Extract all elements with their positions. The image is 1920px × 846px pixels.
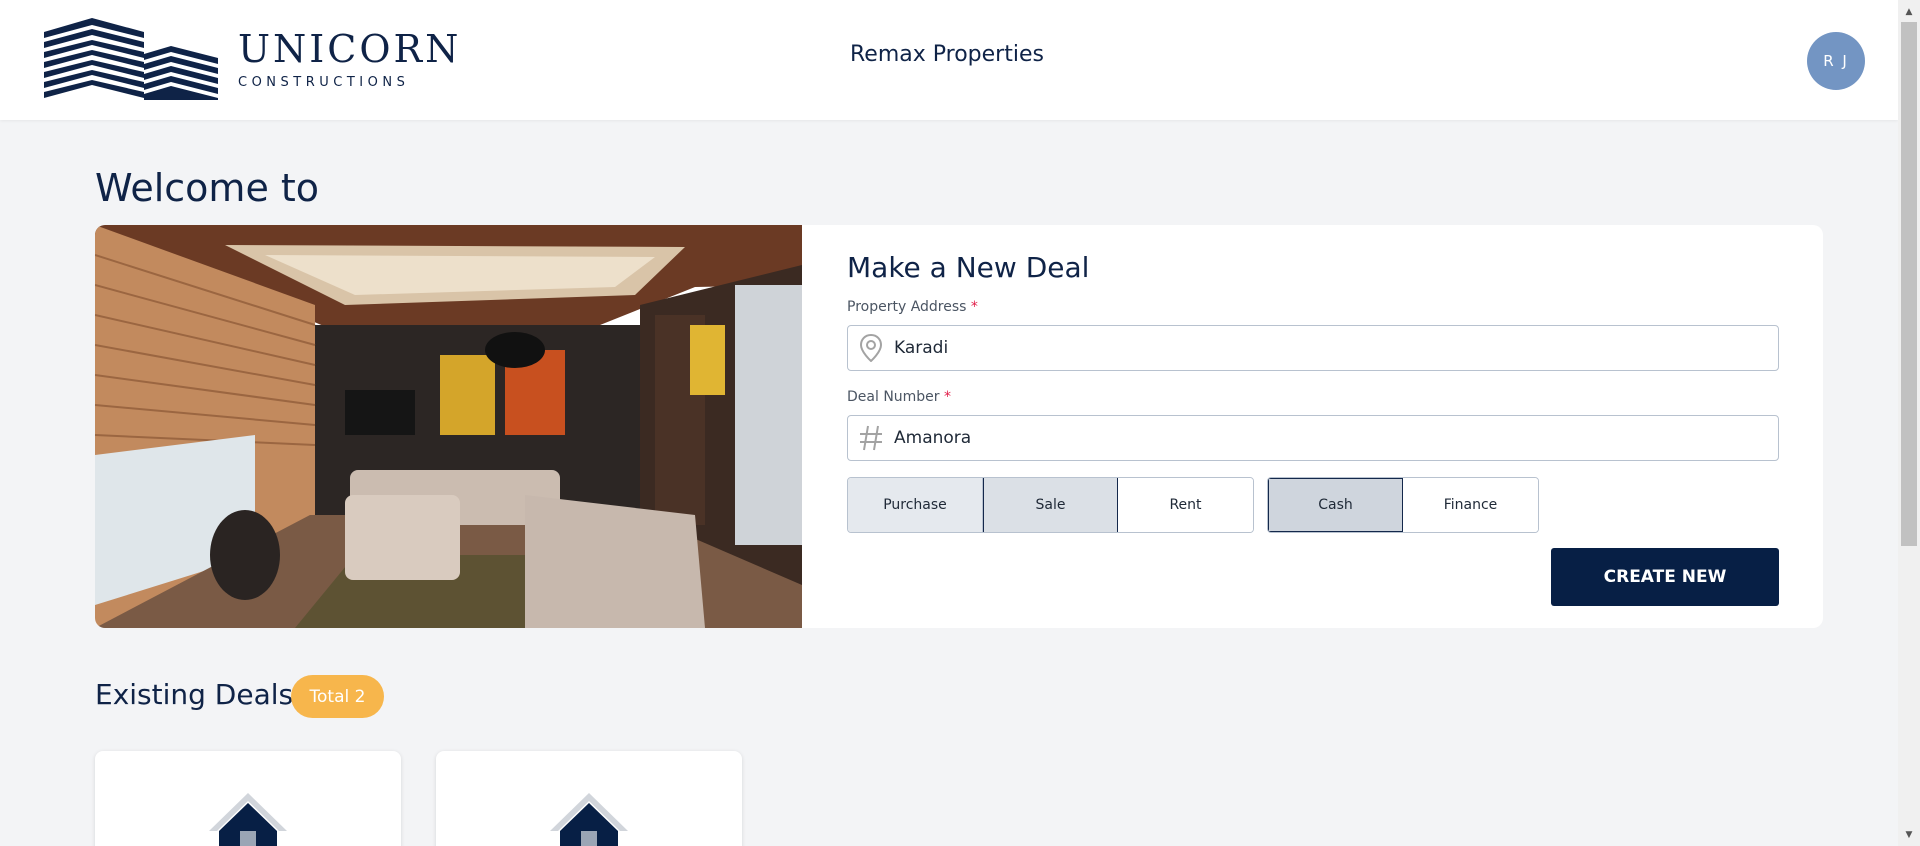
logo-subtitle: CONSTRUCTIONS (238, 74, 410, 90)
house-icon (550, 793, 628, 846)
required-asterisk: * (944, 389, 952, 405)
property-address-label-text: Property Address (847, 299, 967, 315)
deal-type-rent-button[interactable]: Rent (1118, 478, 1253, 532)
location-pin-icon (848, 326, 894, 370)
create-new-button[interactable]: CREATE NEW (1551, 548, 1779, 606)
company-logo[interactable]: UNICORN CONSTRUCTIONS (44, 18, 461, 100)
deal-type-purchase-button[interactable]: Purchase (848, 478, 983, 532)
new-deal-card: Make a New Deal Property Address * Karad… (95, 225, 1823, 628)
deal-number-input[interactable]: Amanora (847, 415, 1779, 461)
scrollbar-thumb[interactable] (1901, 22, 1917, 546)
scroll-up-arrow-icon[interactable]: ▲ (1898, 0, 1920, 22)
logo-title: UNICORN (238, 26, 462, 71)
required-asterisk: * (970, 299, 978, 315)
payment-type-finance-button[interactable]: Finance (1403, 478, 1538, 532)
deal-type-sale-button[interactable]: Sale (983, 478, 1118, 532)
deal-number-value: Amanora (894, 428, 972, 448)
deal-number-label: Deal Number * (847, 389, 951, 405)
scroll-down-arrow-icon[interactable]: ▼ (1898, 824, 1920, 846)
deal-type-selector: Purchase Sale Rent (847, 477, 1254, 533)
deal-number-label-text: Deal Number (847, 389, 940, 405)
welcome-heading: Welcome to (95, 166, 320, 210)
property-address-label: Property Address * (847, 299, 978, 315)
living-room-photo (95, 225, 802, 628)
buildings-logo-icon (44, 18, 218, 100)
payment-type-selector: Cash Finance (1267, 477, 1539, 533)
deal-card[interactable] (436, 751, 742, 846)
top-header: UNICORN CONSTRUCTIONS Remax Properties R… (0, 0, 1898, 120)
property-address-input[interactable]: Karadi (847, 325, 1779, 371)
payment-type-cash-button[interactable]: Cash (1268, 478, 1403, 532)
company-name: Remax Properties (850, 42, 1044, 67)
page-scrollbar[interactable]: ▲ ▼ (1898, 0, 1920, 846)
deal-card[interactable] (95, 751, 401, 846)
existing-deals-heading: Existing Deals (95, 678, 294, 711)
hash-icon (848, 416, 894, 460)
user-avatar[interactable]: R J (1807, 32, 1865, 90)
form-title: Make a New Deal (847, 251, 1090, 284)
house-icon (209, 793, 287, 846)
property-address-value: Karadi (894, 338, 949, 358)
total-deals-badge: Total 2 (291, 675, 384, 718)
